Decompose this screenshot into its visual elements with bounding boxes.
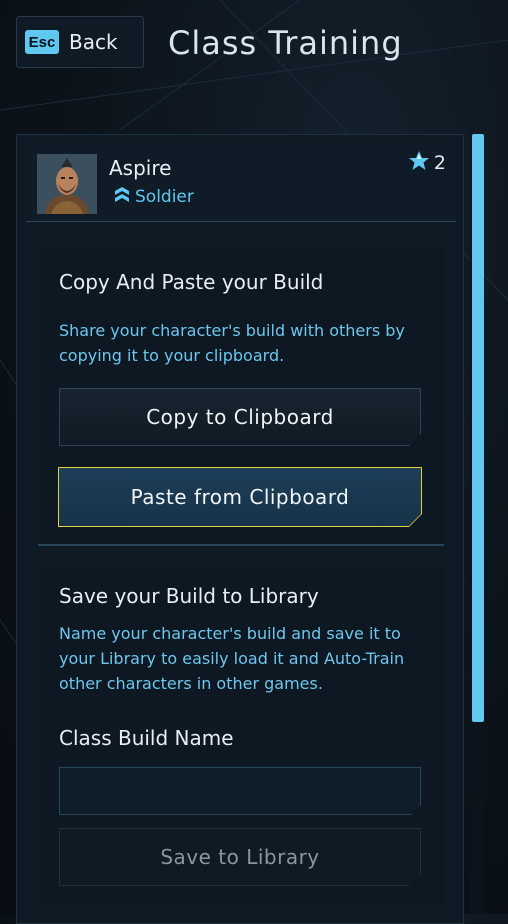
save-to-library-button[interactable]: Save to Library: [59, 828, 421, 886]
character-header: Aspire Soldier 2: [26, 144, 456, 222]
page-title: Class Training: [168, 24, 403, 62]
star-rank-icon: [408, 150, 430, 176]
paste-button-highlight: Paste from Clipboard: [58, 467, 422, 527]
class-label: Soldier: [135, 187, 194, 207]
save-library-section: Save your Build to Library Name your cha…: [38, 566, 444, 906]
soldier-class-icon: [114, 186, 130, 208]
paste-from-clipboard-button[interactable]: Paste from Clipboard: [59, 468, 421, 526]
back-button[interactable]: Esc Back: [16, 16, 144, 68]
copy-section-description: Share your character's build with others…: [59, 321, 405, 365]
save-section-title: Save your Build to Library: [59, 584, 319, 608]
copy-paste-section: Copy And Paste your Build Share your cha…: [38, 248, 444, 546]
character-name: Aspire: [109, 156, 172, 180]
rank-number: 2: [433, 152, 446, 174]
class-row: Soldier: [114, 186, 194, 208]
copy-section-title: Copy And Paste your Build: [59, 270, 324, 294]
build-name-label: Class Build Name: [59, 726, 234, 750]
rank-indicator: 2: [408, 150, 446, 176]
save-section-description: Name your character's build and save it …: [59, 624, 405, 693]
back-label: Back: [69, 30, 118, 54]
copy-to-clipboard-button[interactable]: Copy to Clipboard: [59, 388, 421, 446]
build-name-input[interactable]: [59, 767, 421, 815]
scrollbar-thumb[interactable]: [472, 134, 484, 722]
esc-key-badge: Esc: [25, 30, 59, 54]
character-avatar: [37, 154, 97, 214]
